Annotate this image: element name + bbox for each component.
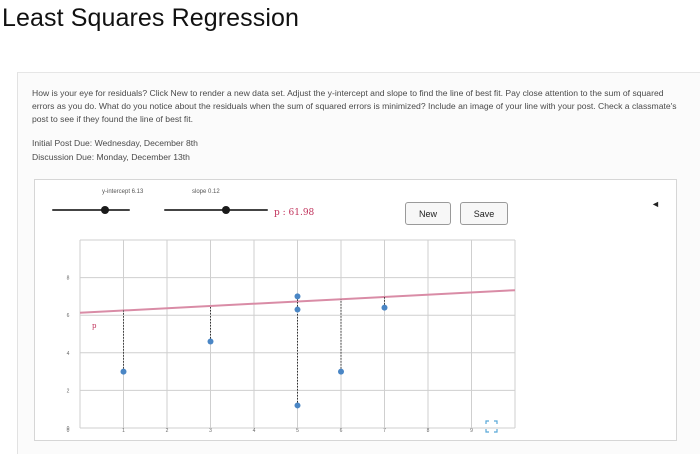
x-tick-label: 2 xyxy=(166,428,169,434)
x-tick-label: 8 xyxy=(427,428,430,434)
x-tick-label: 1 xyxy=(122,428,125,434)
data-point xyxy=(381,304,388,311)
data-point xyxy=(120,368,127,375)
expand-icon[interactable] xyxy=(485,420,498,433)
regression-plot: 8 6 4 2 0 0 1 2 3 4 5 6 7 8 9 p xyxy=(67,239,516,434)
y-tick-label: 8 xyxy=(67,276,70,282)
y-tick-label: 4 xyxy=(67,351,70,357)
data-point xyxy=(294,306,301,313)
x-tick-label: 6 xyxy=(340,428,343,434)
data-point xyxy=(338,368,344,375)
x-tick-label: 3 xyxy=(209,428,212,434)
x-tick-label-origin: 0 xyxy=(67,428,70,434)
data-point xyxy=(294,293,301,300)
x-tick-labels: 0 1 2 3 4 5 6 7 8 9 xyxy=(67,428,474,434)
x-tick-label: 4 xyxy=(253,428,256,434)
plot-grid xyxy=(79,239,516,429)
x-tick-label: 5 xyxy=(296,428,299,434)
y-tick-label: 6 xyxy=(67,313,70,319)
data-point xyxy=(207,338,214,345)
plot-corner-label: p xyxy=(92,322,97,330)
y-tick-label: 2 xyxy=(67,388,70,394)
data-point xyxy=(294,402,301,409)
x-tick-label: 7 xyxy=(383,428,386,434)
y-tick-labels: 8 6 4 2 0 xyxy=(67,276,70,432)
x-tick-label: 9 xyxy=(470,428,473,434)
